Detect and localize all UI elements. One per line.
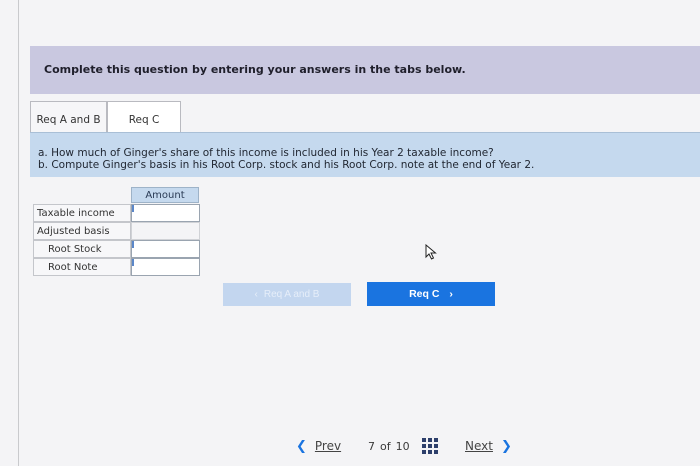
- input-marker: [132, 205, 134, 212]
- row-label-root-stock: Root Stock: [33, 240, 131, 258]
- chevron-right-icon: ›: [449, 288, 453, 300]
- amount-column-header: Amount: [131, 187, 199, 203]
- input-marker: [132, 259, 134, 266]
- next-req-button[interactable]: Req C ›: [367, 282, 495, 306]
- next-page-link[interactable]: Next ❯: [465, 436, 512, 456]
- row-label-adjusted-basis: Adjusted basis: [33, 222, 131, 240]
- tab-label: Req C: [128, 113, 160, 126]
- prev-page-link[interactable]: ❮ Prev: [296, 436, 341, 456]
- next-req-label: Req C: [409, 288, 440, 300]
- tab-label: Req A and B: [36, 114, 101, 126]
- chevron-left-icon: ‹: [254, 289, 258, 300]
- instruction-text: Complete this question by entering your …: [44, 63, 466, 76]
- root-stock-input[interactable]: [131, 240, 200, 258]
- row-label-taxable-income: Taxable income: [33, 204, 131, 222]
- prev-req-label: Req A and B: [263, 289, 320, 300]
- mouse-pointer-icon: [425, 244, 437, 260]
- question-box: a. How much of Ginger's share of this in…: [30, 132, 700, 177]
- page-total: 10: [395, 439, 410, 453]
- chevron-right-icon: ❯: [500, 438, 512, 454]
- row-label-root-note: Root Note: [33, 258, 131, 276]
- root-note-input[interactable]: [131, 258, 200, 276]
- taxable-income-input[interactable]: [131, 204, 200, 222]
- question-b: b. Compute Ginger's basis in his Root Co…: [38, 159, 535, 171]
- grid-icon[interactable]: [422, 438, 438, 454]
- chevron-left-icon: ❮: [296, 438, 307, 454]
- page-current: 7: [368, 439, 375, 453]
- input-marker: [132, 241, 134, 248]
- instruction-bar: Complete this question by entering your …: [30, 46, 700, 94]
- prev-req-button[interactable]: ‹ Req A and B: [223, 283, 351, 306]
- page: Complete this question by entering your …: [0, 0, 700, 466]
- next-label: Next: [465, 439, 493, 453]
- divider: [18, 0, 19, 466]
- prev-label: Prev: [314, 439, 342, 453]
- question-a: a. How much of Ginger's share of this in…: [38, 147, 494, 159]
- page-of: of: [380, 439, 391, 453]
- adjusted-basis-cell: [131, 222, 200, 240]
- page-indicator: 7 of 10: [368, 436, 410, 456]
